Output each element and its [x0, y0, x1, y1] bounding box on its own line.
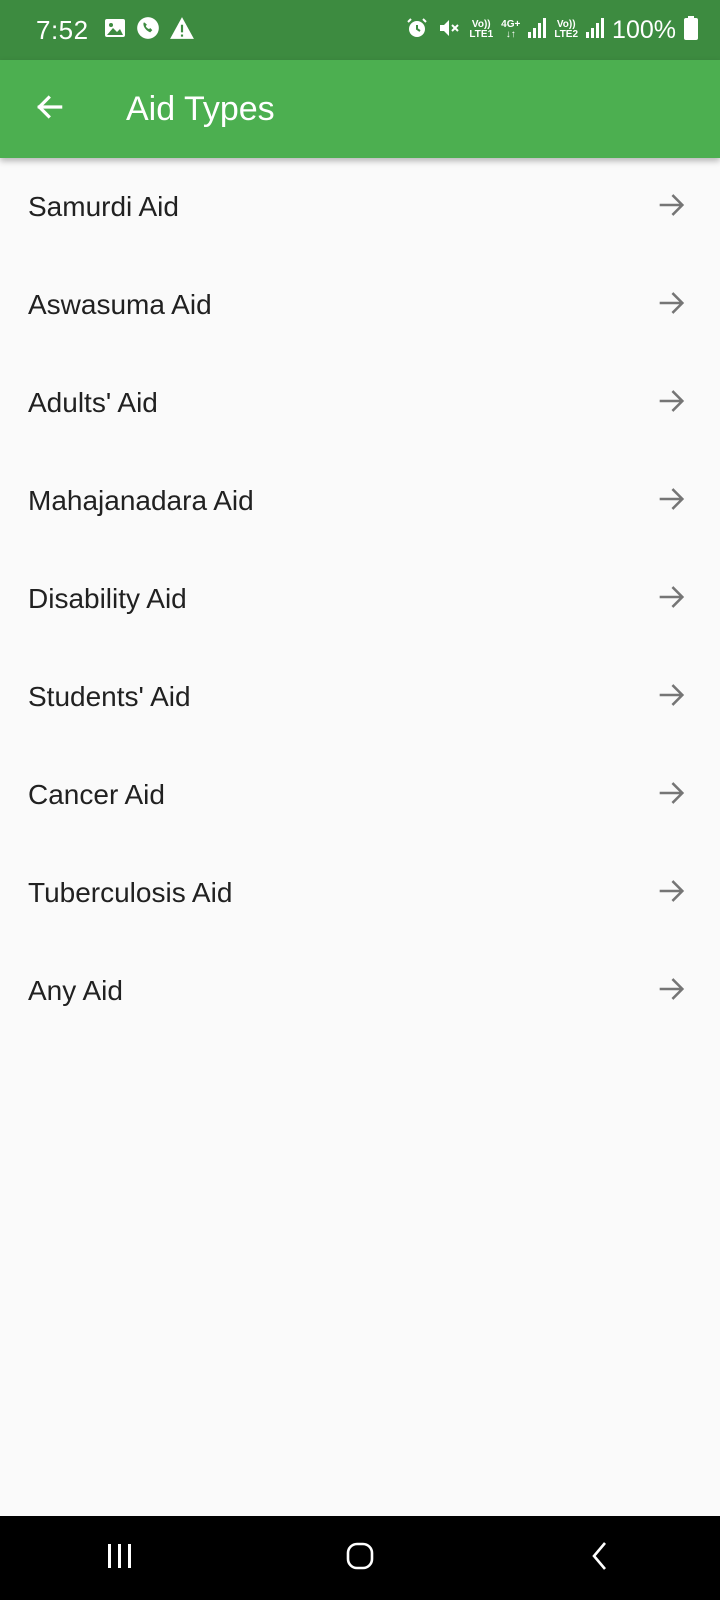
battery-icon: [684, 15, 698, 45]
list-item[interactable]: Students' Aid: [0, 648, 720, 746]
whatsapp-icon: [135, 15, 161, 46]
system-nav-bar: [0, 1516, 720, 1600]
arrow-forward-icon: [654, 776, 688, 815]
arrow-back-icon: [34, 91, 66, 128]
list-item-label: Students' Aid: [28, 681, 191, 712]
list-item-label: Tuberculosis Aid: [28, 877, 233, 908]
status-time: 7:52: [36, 14, 89, 45]
home-icon: [344, 1540, 376, 1577]
list-item[interactable]: Tuberculosis Aid: [0, 844, 720, 942]
recent-apps-button[interactable]: [80, 1528, 160, 1588]
page-title: Aid Types: [126, 89, 275, 128]
back-button[interactable]: [22, 81, 78, 137]
recent-apps-icon: [104, 1541, 136, 1576]
home-button[interactable]: [320, 1528, 400, 1588]
sim1-volte-label: Vo)) LTE1: [469, 20, 493, 40]
sim2-label-bottom: LTE2: [554, 29, 579, 40]
gallery-icon: [103, 16, 127, 45]
list-item[interactable]: Cancer Aid: [0, 746, 720, 844]
list-item-label: Mahajanadara Aid: [28, 485, 254, 516]
arrow-forward-icon: [654, 874, 688, 913]
battery-percentage: 100%: [612, 15, 676, 44]
list-item[interactable]: Samurdi Aid: [0, 158, 720, 256]
arrow-forward-icon: [654, 580, 688, 619]
sim1-label-bottom: LTE1: [469, 29, 494, 40]
system-icons: Vo)) LTE1 4G+ ↓↑ Vo)) LTE2 100%: [405, 15, 698, 45]
list-item-label: Adults' Aid: [28, 387, 158, 418]
list-item[interactable]: Mahajanadara Aid: [0, 452, 720, 550]
list-item-label: Disability Aid: [28, 583, 187, 614]
sim2-volte-label: Vo)) LTE2: [554, 20, 578, 40]
network-type: 4G+ ↓↑: [501, 20, 520, 40]
list-item-label: Aswasuma Aid: [28, 289, 212, 320]
signal-icon: [528, 17, 547, 43]
warning-icon: [169, 16, 195, 45]
arrow-forward-icon: [654, 678, 688, 717]
list-item[interactable]: Any Aid: [0, 942, 720, 1040]
alarm-icon: [405, 16, 429, 45]
arrow-forward-icon: [654, 482, 688, 521]
signal-icon: [586, 17, 605, 43]
arrow-forward-icon: [654, 188, 688, 227]
list-item[interactable]: Adults' Aid: [0, 354, 720, 452]
data-arrows-icon: ↓↑: [505, 29, 516, 40]
back-icon: [588, 1540, 612, 1577]
arrow-forward-icon: [654, 384, 688, 423]
arrow-forward-icon: [654, 286, 688, 325]
nav-back-button[interactable]: [560, 1528, 640, 1588]
list-item[interactable]: Aswasuma Aid: [0, 256, 720, 354]
list-item-label: Cancer Aid: [28, 779, 165, 810]
list-item-label: Samurdi Aid: [28, 191, 179, 222]
list-item-label: Any Aid: [28, 975, 123, 1006]
status-bar: 7:52 Vo)) LTE1 4G+ ↓↑ Vo)) LTE2 100%: [0, 0, 720, 60]
list-item[interactable]: Disability Aid: [0, 550, 720, 648]
app-bar: Aid Types: [0, 60, 720, 158]
arrow-forward-icon: [654, 972, 688, 1011]
mute-icon: [437, 16, 461, 45]
aid-types-list: Samurdi Aid Aswasuma Aid Adults' Aid Mah…: [0, 158, 720, 1040]
notification-icons: [103, 15, 195, 46]
